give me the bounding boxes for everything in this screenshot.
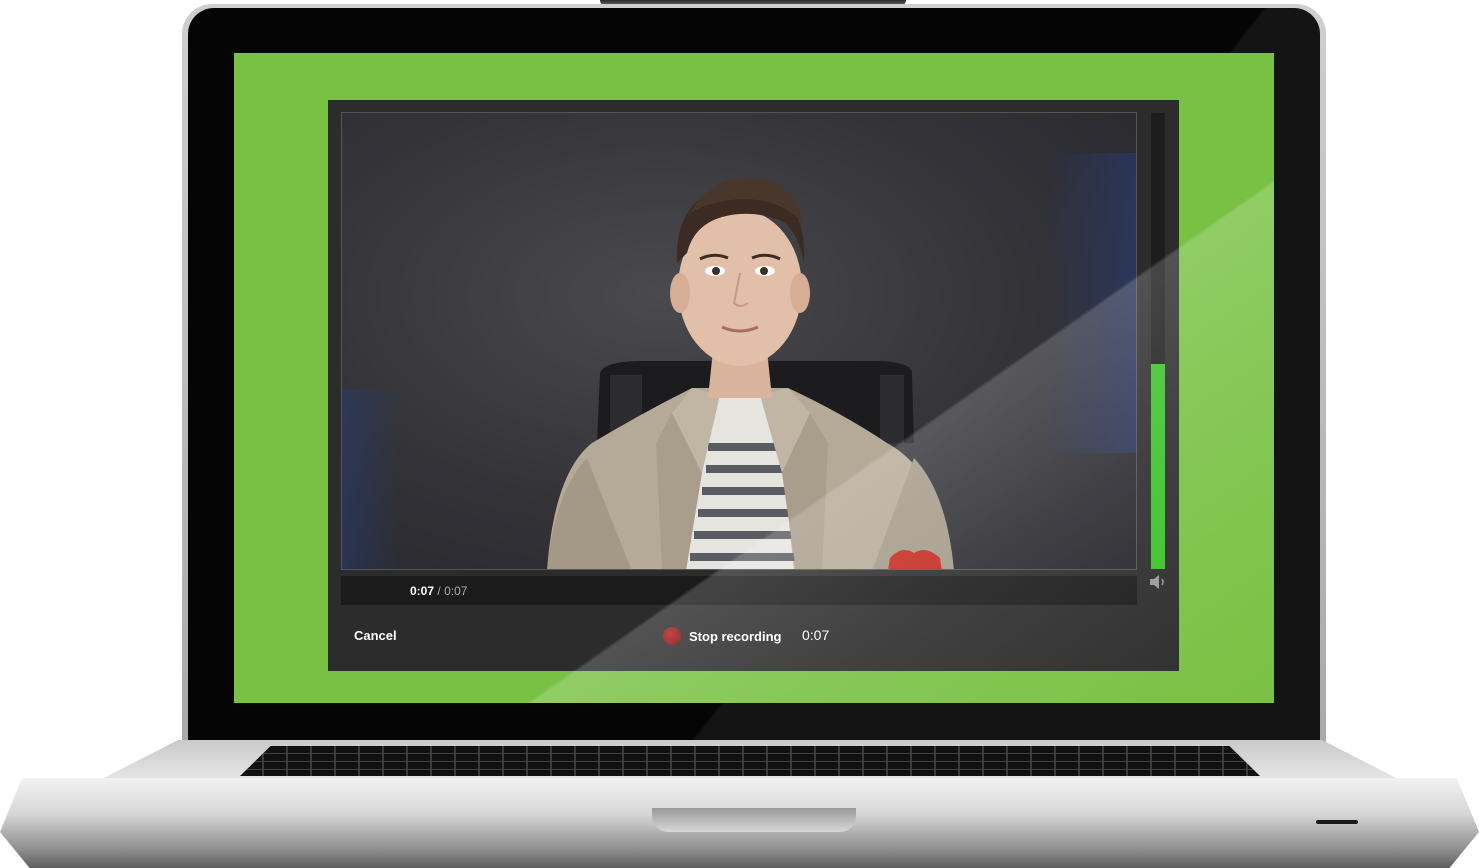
audio-level-fill	[1151, 363, 1165, 569]
speaker-icon[interactable]	[1149, 574, 1167, 590]
webcam-preview	[341, 112, 1137, 570]
stop-recording-label: Stop recording	[689, 628, 782, 644]
time-total: 0:07	[444, 584, 468, 598]
laptop-screen: 0:07 / 0:07 Cancel Stop recording 0:07	[234, 53, 1274, 703]
time-current: 0:07	[410, 584, 435, 598]
laptop-mockup: 0:07 / 0:07 Cancel Stop recording 0:07	[0, 0, 1479, 868]
time-separator: /	[437, 584, 441, 598]
cancel-button[interactable]: Cancel	[354, 628, 397, 643]
record-dot-icon	[663, 627, 681, 645]
video-recorder-panel: 0:07 / 0:07 Cancel Stop recording 0:07	[328, 100, 1179, 671]
time-display: 0:07 / 0:07	[410, 584, 467, 598]
recording-timer: 0:07	[802, 627, 830, 643]
laptop-opening-notch	[652, 808, 856, 832]
audio-level-meter	[1151, 113, 1165, 569]
video-time-bar: 0:07 / 0:07	[341, 576, 1137, 605]
webcam-person-image	[547, 178, 954, 569]
stop-recording-button[interactable]: Stop recording	[663, 624, 781, 648]
laptop-status-led	[1316, 820, 1358, 824]
